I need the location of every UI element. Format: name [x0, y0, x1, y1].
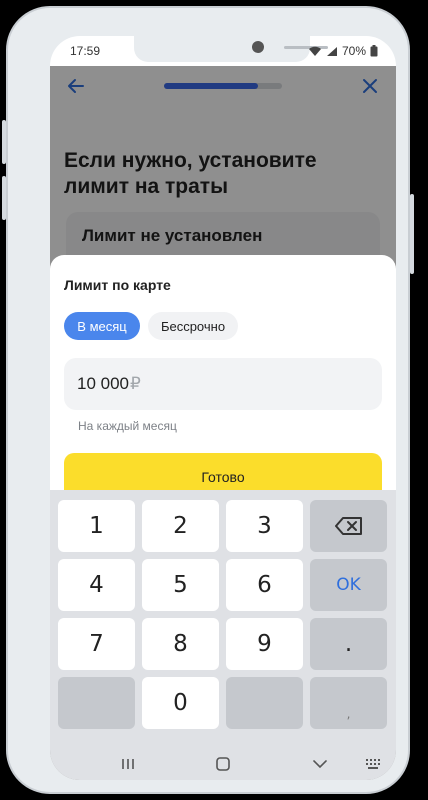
home-icon[interactable]: [213, 756, 233, 772]
comma-key[interactable]: ,: [310, 677, 387, 729]
currency-symbol: ₽: [130, 374, 141, 393]
phone-frame: 17:59 70% Если нужно, установите лимит н…: [2, 6, 414, 794]
key-6[interactable]: 6: [226, 559, 303, 611]
key-5[interactable]: 5: [142, 559, 219, 611]
volume-down-button: [2, 176, 6, 220]
phone-screen: 17:59 70% Если нужно, установите лимит н…: [50, 36, 396, 780]
key-9[interactable]: 9: [226, 618, 303, 670]
empty-key-right: [226, 677, 303, 729]
amount-value: 10 000: [77, 374, 129, 393]
empty-key: [58, 677, 135, 729]
signal-icon: [326, 46, 337, 56]
front-camera: [252, 41, 264, 53]
key-3[interactable]: 3: [226, 500, 303, 552]
key-7[interactable]: 7: [58, 618, 135, 670]
backspace-key[interactable]: [310, 500, 387, 552]
key-8[interactable]: 8: [142, 618, 219, 670]
recent-apps-icon[interactable]: [118, 756, 138, 772]
numeric-keyboard: 1 2 3 4 5 6 OK 7 8 9 . 0 ,: [50, 490, 396, 750]
volume-up-button: [2, 120, 6, 164]
key-0[interactable]: 0: [142, 677, 219, 729]
amount-hint: На каждый месяц: [78, 419, 177, 433]
power-button: [410, 194, 414, 274]
key-4[interactable]: 4: [58, 559, 135, 611]
battery-icon: [370, 45, 378, 57]
keyboard-switch-icon[interactable]: [364, 756, 384, 772]
status-time: 17:59: [70, 44, 101, 58]
battery-level: 70%: [341, 44, 366, 58]
status-bar: 17:59 70%: [50, 36, 396, 66]
limit-bottom-sheet: Лимит по карте В месяц Бессрочно 10 000 …: [50, 255, 396, 520]
amount-input[interactable]: 10 000 ₽: [64, 358, 382, 410]
segment-unlimited[interactable]: Бессрочно: [148, 312, 238, 340]
segment-monthly[interactable]: В месяц: [64, 312, 140, 340]
sheet-title: Лимит по карте: [64, 277, 171, 293]
key-1[interactable]: 1: [58, 500, 135, 552]
dot-key[interactable]: .: [310, 618, 387, 670]
nav-back-chevron-icon[interactable]: [310, 756, 330, 772]
ok-key[interactable]: OK: [310, 559, 387, 611]
backspace-icon: [334, 517, 362, 535]
key-2[interactable]: 2: [142, 500, 219, 552]
system-nav-bar: [50, 750, 396, 780]
wifi-icon: [308, 46, 321, 56]
notch: [134, 36, 328, 62]
status-indicators: 70%: [308, 44, 378, 58]
